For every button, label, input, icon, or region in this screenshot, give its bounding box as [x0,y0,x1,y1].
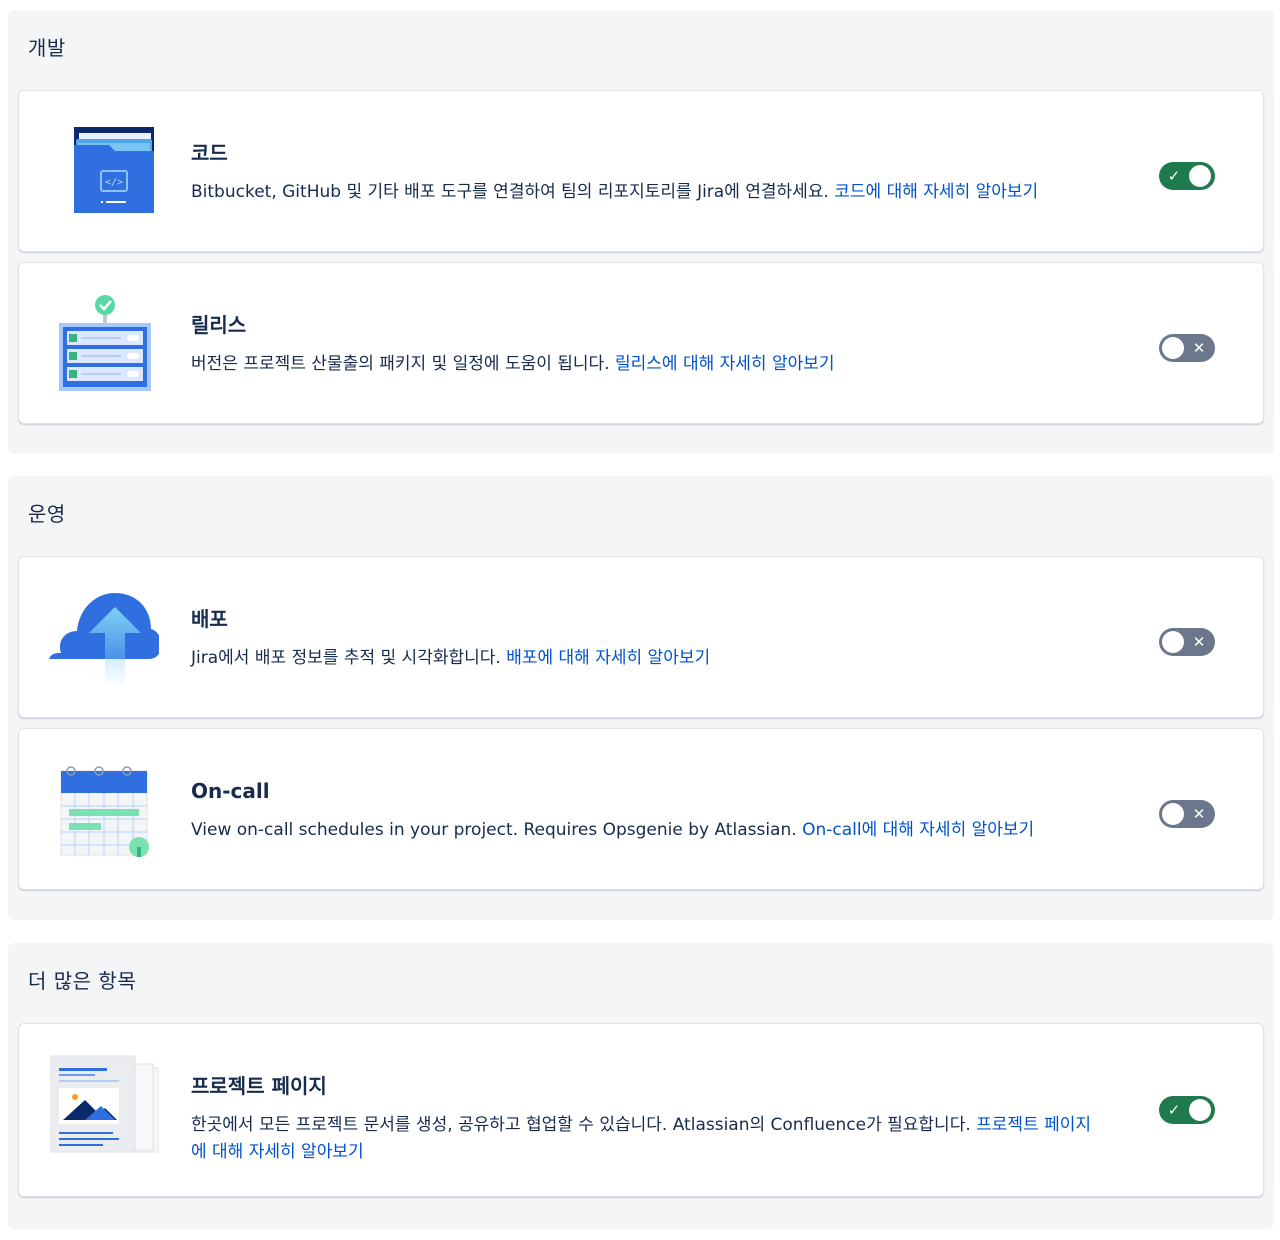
close-icon: ✕ [1192,339,1206,357]
section-operations: 운영 배포 Jira에서 배포 정보를 추적 및 시각화합니다. 배포에 대해 … [8,476,1274,920]
card-body: On-call View on-call schedules in your p… [191,779,1103,844]
feature-card-on-call: On-call View on-call schedules in your p… [18,728,1264,890]
card-description-text: Jira에서 배포 정보를 추적 및 시각화합니다. [191,648,501,668]
close-icon: ✕ [1192,633,1206,651]
cloud-upload-icon [49,587,162,687]
learn-more-link-on-call[interactable]: On-call에 대해 자세히 알아보기 [802,820,1034,840]
card-description-text: View on-call schedules in your project. … [191,820,797,840]
card-description: View on-call schedules in your project. … [191,817,1103,844]
toggle-knob [1162,803,1184,825]
section-title: 더 많은 항목 [28,969,137,993]
section-title: 개발 [28,36,66,60]
feature-card-code: </> 코드 Bitbucket, GitHub 및 기타 배포 도구를 연결하… [18,90,1264,252]
svg-text:</>: </> [105,177,123,188]
calendar-icon [49,761,159,861]
toggle-knob [1189,165,1211,187]
card-description: Jira에서 배포 정보를 추적 및 시각화합니다. 배포에 대해 자세히 알아… [191,645,1103,672]
check-icon: ✓ [1167,167,1181,185]
toggle-knob [1162,631,1184,653]
on-call-feature-toggle[interactable]: ✕ [1159,800,1215,828]
check-icon: ✓ [1167,1101,1181,1119]
document-pages-icon [49,1054,160,1154]
release-list-icon [49,293,159,393]
learn-more-link-deployments[interactable]: 배포에 대해 자세히 알아보기 [506,648,710,668]
feature-card-releases: 릴리스 버전은 프로젝트 산물출의 패키지 및 일정에 도움이 됩니다. 릴리스… [18,262,1264,424]
card-body: 릴리스 버전은 프로젝트 산물출의 패키지 및 일정에 도움이 됩니다. 릴리스… [191,313,1103,378]
toggle-knob [1189,1099,1211,1121]
card-body: 배포 Jira에서 배포 정보를 추적 및 시각화합니다. 배포에 대해 자세히… [191,607,1103,672]
toggle-knob [1162,337,1184,359]
card-description-text: Bitbucket, GitHub 및 기타 배포 도구를 연결하여 팀의 리포… [191,182,829,202]
card-description: 버전은 프로젝트 산물출의 패키지 및 일정에 도움이 됩니다. 릴리스에 대해… [191,351,1103,378]
releases-feature-toggle[interactable]: ✕ [1159,334,1215,362]
card-title: 릴리스 [191,313,247,337]
deployments-feature-toggle[interactable]: ✕ [1159,628,1215,656]
learn-more-link-releases[interactable]: 릴리스에 대해 자세히 알아보기 [615,354,835,374]
card-description-text: 한곳에서 모든 프로젝트 문서를 생성, 공유하고 협업할 수 있습니다. At… [191,1115,971,1135]
card-title: 배포 [191,607,228,631]
card-title: 프로젝트 페이지 [191,1074,327,1098]
card-body: 프로젝트 페이지 한곳에서 모든 프로젝트 문서를 생성, 공유하고 협업할 수… [191,1074,1103,1166]
card-description: 한곳에서 모든 프로젝트 문서를 생성, 공유하고 협업할 수 있습니다. At… [191,1112,1103,1166]
close-icon: ✕ [1192,805,1206,823]
feature-card-project-pages: 프로젝트 페이지 한곳에서 모든 프로젝트 문서를 생성, 공유하고 협업할 수… [18,1023,1264,1197]
card-description: Bitbucket, GitHub 및 기타 배포 도구를 연결하여 팀의 리포… [191,179,1103,206]
card-body: 코드 Bitbucket, GitHub 및 기타 배포 도구를 연결하여 팀의… [191,141,1103,206]
section-title: 운영 [28,502,66,526]
code-feature-toggle[interactable]: ✓ [1159,162,1215,190]
section-more: 더 많은 항목 프로젝트 페이지 한곳에서 모든 프로젝트 문서를 생성, 공유… [8,943,1274,1229]
card-description-text: 버전은 프로젝트 산물출의 패키지 및 일정에 도움이 됩니다. [191,354,610,374]
section-development: 개발 </> 코드 Bitbucket, GitHub 및 기타 배포 도구를 … [8,10,1274,454]
project-pages-feature-toggle[interactable]: ✓ [1159,1096,1215,1124]
code-folder-icon: </> [49,125,159,225]
learn-more-link-code[interactable]: 코드에 대해 자세히 알아보기 [834,182,1038,202]
feature-card-deployments: 배포 Jira에서 배포 정보를 추적 및 시각화합니다. 배포에 대해 자세히… [18,556,1264,718]
card-title: On-call [191,779,270,803]
card-title: 코드 [191,141,228,165]
